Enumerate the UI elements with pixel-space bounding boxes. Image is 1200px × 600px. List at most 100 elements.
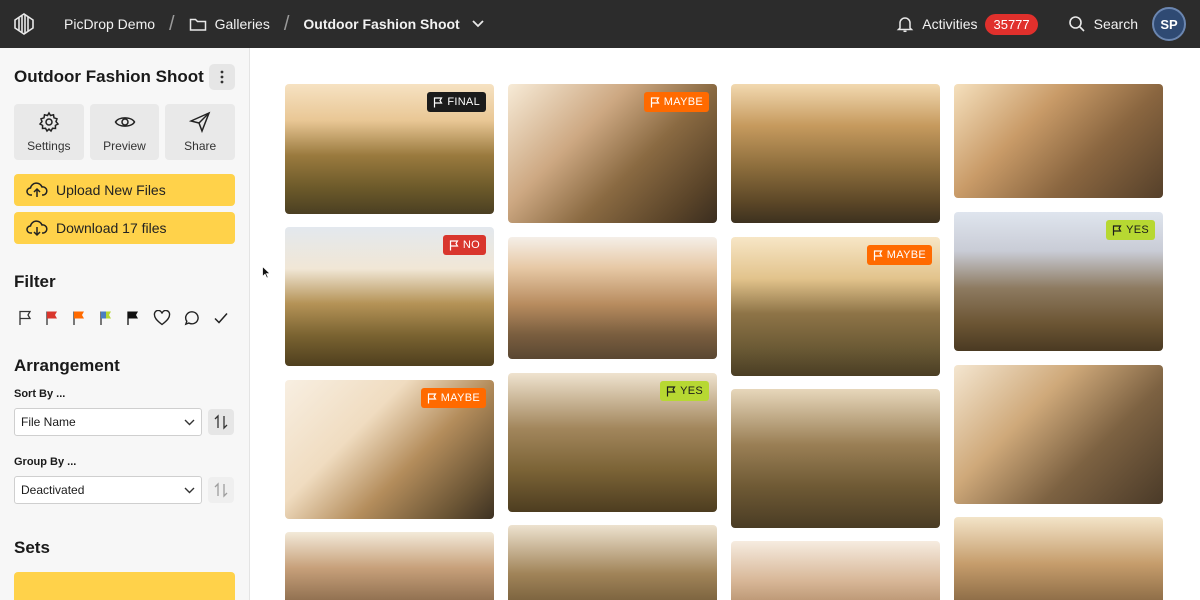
brand-label[interactable]: PicDrop Demo [64,16,155,32]
logo-icon[interactable] [0,0,48,48]
photo-thumbnail[interactable] [508,237,717,359]
flag-outline-icon[interactable] [18,310,32,326]
photo-thumbnail[interactable]: NO [285,227,494,366]
action-tiles: Settings Preview Share [14,104,236,160]
sort-by-value: File Name [21,415,76,429]
cloud-upload-icon [26,182,48,197]
flag-orange-icon[interactable] [72,310,86,326]
chevron-down-icon[interactable] [472,20,484,28]
sort-arrows-icon [214,482,228,498]
kebab-icon [220,70,224,84]
tag-label: NO [462,239,480,251]
photo-thumbnail[interactable] [954,365,1163,504]
eye-icon [114,117,135,127]
filter-title: Filter [14,272,56,291]
tag-label: MAYBE [663,96,703,108]
galleries-label[interactable]: Galleries [215,16,270,32]
photo-thumbnail[interactable]: MAYBE [508,84,717,223]
arrangement-title: Arrangement [14,356,120,375]
flag-tag-yes: YES [1106,220,1155,240]
share-label: Share [184,139,217,153]
add-set-button[interactable] [14,572,235,600]
photo-thumbnail[interactable]: MAYBE [731,237,940,376]
photo-thumbnail[interactable]: MAYBE [285,380,494,519]
breadcrumb-separator: / [169,12,175,35]
sort-direction-button[interactable] [208,409,234,435]
tag-label: FINAL [447,96,480,108]
upload-files-button[interactable]: Upload New Files [14,174,235,206]
upload-files-label: Upload New Files [56,182,166,198]
filter-icons [14,310,235,326]
photo-thumbnail[interactable] [731,541,940,600]
photo-thumbnail[interactable]: FINAL [285,84,494,214]
tag-label: YES [1126,224,1149,236]
preview-button[interactable]: Preview [89,104,160,160]
gallery-header: Outdoor Fashion Shoot [14,64,235,90]
sets-title: Sets [14,538,50,557]
flag-tag-final: FINAL [427,92,486,112]
download-files-button[interactable]: Download 17 files [14,212,235,244]
sort-by-label: Sort By ... [14,388,66,400]
activities-count-badge: 35777 [985,13,1038,35]
current-gallery-label[interactable]: Outdoor Fashion Shoot [303,16,459,32]
breadcrumb-separator: / [283,12,290,35]
checkmark-icon[interactable] [213,311,229,325]
flag-red-icon[interactable] [45,310,59,326]
flag-icon [650,96,660,107]
flag-icon [873,249,883,260]
gallery-title: Outdoor Fashion Shoot [14,67,204,86]
sort-by-select[interactable]: File Name [14,408,202,436]
activities-button[interactable]: Activities 35777 [896,13,1038,35]
chevron-down-icon [184,419,195,425]
flag-tag-no: NO [442,235,486,255]
tag-label: MAYBE [886,249,926,261]
gear-icon [38,111,59,133]
photo-thumbnail[interactable] [731,389,940,528]
photo-thumbnail[interactable] [954,84,1163,198]
photo-thumbnail[interactable]: YES [508,373,717,512]
avatar[interactable]: SP [1152,7,1186,41]
breadcrumb-galleries[interactable]: Galleries [189,16,270,32]
settings-label: Settings [27,139,71,153]
breadcrumb-current[interactable]: Outdoor Fashion Shoot [303,16,484,32]
send-icon [189,111,211,133]
photo-thumbnail[interactable] [954,517,1163,600]
heart-icon[interactable] [153,310,171,326]
tag-label: MAYBE [440,392,480,404]
search-label: Search [1093,16,1138,32]
sidebar: Outdoor Fashion Shoot Settings Preview S… [0,48,250,600]
flag-icon [434,96,443,107]
photo-grid: FINAL NO MAYBE MAYBE YES MAYBE YES [251,48,1200,600]
tag-label: YES [680,385,703,397]
top-right-actions: Activities 35777 Search SP [896,0,1200,48]
group-by-label: Group By ... [14,456,77,468]
flag-black-icon[interactable] [126,310,140,326]
flag-icon [666,385,676,396]
breadcrumb-brand[interactable]: PicDrop Demo [64,16,155,32]
flag-tag-maybe: MAYBE [643,92,709,112]
search-button[interactable]: Search [1068,15,1138,33]
mouse-cursor-icon [262,265,272,284]
flag-multicolor-icon[interactable] [99,310,113,326]
more-options-button[interactable] [209,64,235,90]
share-button[interactable]: Share [165,104,236,160]
photo-thumbnail[interactable] [508,525,717,600]
comment-icon[interactable] [184,310,200,326]
preview-label: Preview [103,139,146,153]
top-bar: PicDrop Demo / Galleries / Outdoor Fashi… [0,0,1200,48]
flag-tag-yes: YES [660,381,709,401]
flag-tag-maybe: MAYBE [420,388,486,408]
bell-icon [896,15,914,33]
group-direction-button[interactable] [208,477,234,503]
group-by-select[interactable]: Deactivated [14,476,202,504]
group-by-row: Deactivated [14,476,235,504]
download-files-label: Download 17 files [56,220,167,236]
photo-thumbnail[interactable] [731,84,940,223]
photo-thumbnail[interactable] [285,532,494,600]
photo-thumbnail[interactable]: YES [954,212,1163,351]
folder-icon [189,16,207,32]
settings-button[interactable]: Settings [14,104,84,160]
sort-arrows-icon [214,414,228,430]
sort-by-row: File Name [14,408,235,436]
group-by-value: Deactivated [21,483,85,497]
